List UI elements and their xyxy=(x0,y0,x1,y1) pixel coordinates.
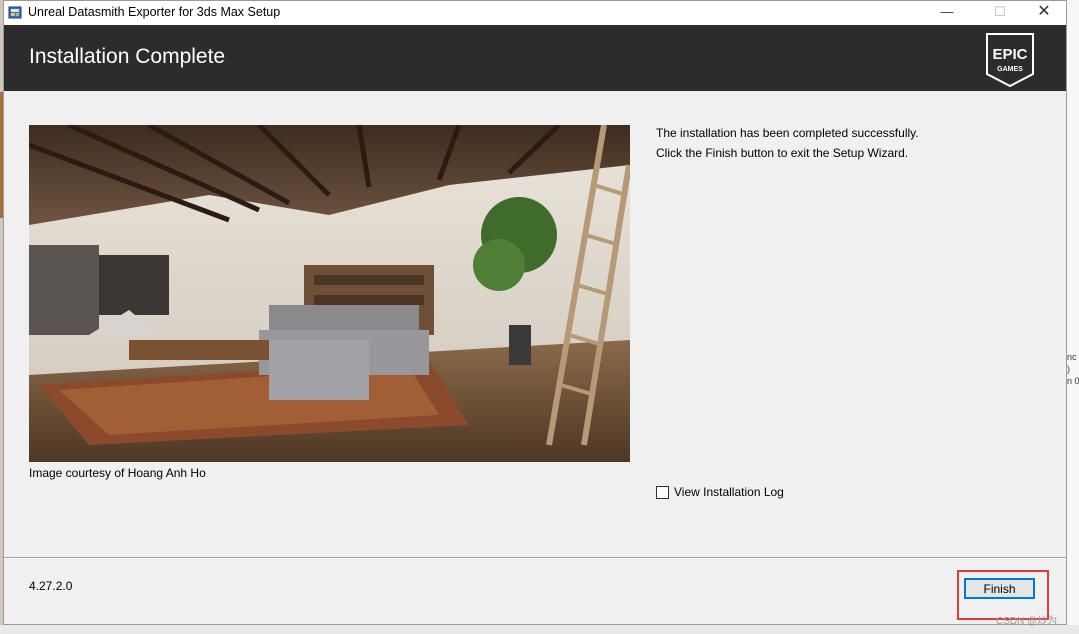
image-caption: Image courtesy of Hoang Anh Ho xyxy=(29,466,206,480)
view-log-checkbox[interactable] xyxy=(656,485,669,499)
maximize-button[interactable]: ☐ xyxy=(977,1,1023,25)
epic-games-logo: EPIC GAMES xyxy=(986,33,1034,88)
view-log-checkbox-row[interactable]: View Installation Log xyxy=(656,485,784,499)
version-label: 4.27.2.0 xyxy=(29,579,73,593)
page-title: Installation Complete xyxy=(29,45,226,68)
completion-message: The installation has been completed succ… xyxy=(656,126,919,140)
view-log-label[interactable]: View Installation Log xyxy=(674,485,784,499)
minimize-button[interactable]: — xyxy=(924,1,970,25)
desktop-background-bottom xyxy=(0,625,1079,634)
logo-epic-text: EPIC xyxy=(992,46,1027,63)
background-window-text: nc ) n 0 xyxy=(1067,352,1079,386)
window-title: Unreal Datasmith Exporter for 3ds Max Se… xyxy=(28,5,281,19)
watermark: CSDN @炒为 xyxy=(996,616,1058,627)
finish-instruction: Click the Finish button to exit the Setu… xyxy=(656,146,909,160)
hero-image xyxy=(29,125,630,462)
footer-divider-highlight xyxy=(4,558,1066,559)
installer-icon xyxy=(8,6,22,19)
title-bar[interactable]: Unreal Datasmith Exporter for 3ds Max Se… xyxy=(4,1,1066,25)
setup-window: Unreal Datasmith Exporter for 3ds Max Se… xyxy=(3,0,1067,625)
logo-games-text: GAMES xyxy=(997,66,1023,73)
finish-button[interactable]: Finish xyxy=(964,578,1035,599)
desktop-background-right xyxy=(1067,0,1079,634)
wizard-header: Installation Complete EPIC GAMES xyxy=(4,25,1066,91)
close-button[interactable]: ✕ xyxy=(1021,1,1067,25)
